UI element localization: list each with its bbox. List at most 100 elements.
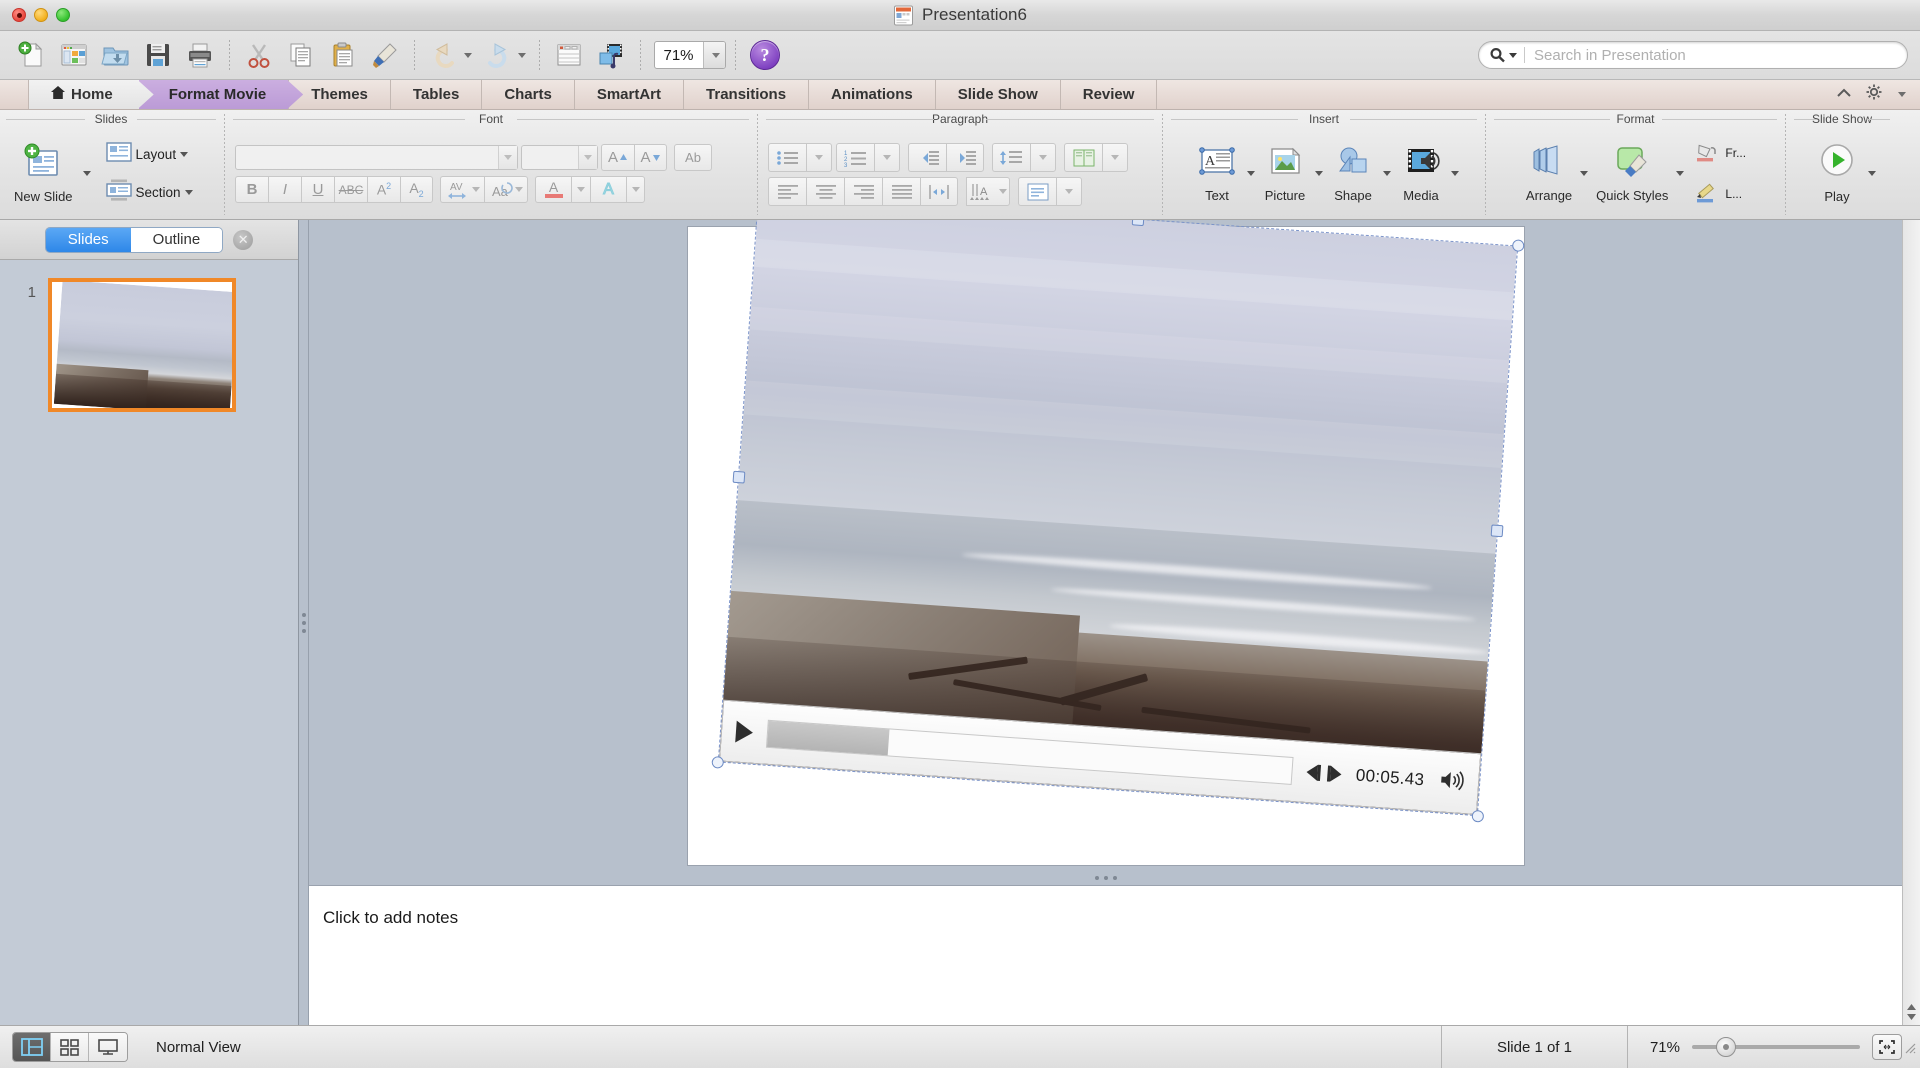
tab-transitions[interactable]: Transitions	[684, 80, 810, 109]
align-left-button[interactable]	[768, 177, 806, 206]
font-name-combo[interactable]	[235, 145, 518, 170]
undo-dropdown-arrow[interactable]	[464, 52, 472, 58]
play-dropdown-arrow[interactable]	[1868, 171, 1876, 176]
insert-text-dropdown-arrow[interactable]	[1247, 171, 1255, 176]
increase-indent-button[interactable]	[946, 143, 984, 172]
tab-tables[interactable]: Tables	[391, 80, 483, 109]
handle-top-center[interactable]	[1131, 220, 1145, 226]
presenter-view-button[interactable]	[89, 1033, 127, 1061]
window-resize-grip[interactable]	[1902, 1040, 1916, 1054]
handle-bottom-left[interactable]	[710, 755, 724, 769]
zoom-slider-knob[interactable]	[1716, 1037, 1736, 1057]
search-icon[interactable]	[1489, 47, 1517, 64]
list-item[interactable]: 1	[0, 278, 298, 412]
grow-font-button[interactable]: A	[601, 144, 634, 171]
arrange-button[interactable]: Arrange	[1520, 142, 1578, 205]
font-color-dropdown[interactable]	[571, 176, 590, 203]
open-folder-icon[interactable]	[96, 35, 136, 75]
cut-scissors-icon[interactable]	[239, 35, 279, 75]
align-center-button[interactable]	[806, 177, 844, 206]
columns-dropdown[interactable]	[1102, 143, 1128, 172]
tab-format-movie[interactable]: Format Movie	[138, 80, 290, 109]
font-size-combo[interactable]	[521, 145, 598, 170]
line-color-button[interactable]: L...	[1690, 178, 1751, 211]
insert-shape-button[interactable]: Shape	[1325, 142, 1381, 205]
new-slide-button[interactable]: New Slide	[8, 141, 79, 206]
align-right-button[interactable]	[844, 177, 882, 206]
layout-button[interactable]: Layout	[101, 139, 198, 170]
notes-splitter[interactable]	[309, 871, 1902, 885]
slide-editor[interactable]: 00:05.43	[309, 220, 1902, 871]
zoom-level-combo[interactable]: 71%	[654, 41, 726, 69]
layout-dropdown-arrow[interactable]	[180, 151, 189, 157]
tab-charts[interactable]: Charts	[482, 80, 575, 109]
underline-button[interactable]: U	[301, 176, 334, 203]
save-icon[interactable]	[138, 35, 178, 75]
clear-formatting-button[interactable]: Ab	[674, 144, 712, 171]
notes-pane[interactable]: Click to add notes	[309, 885, 1902, 1025]
align-text-button[interactable]	[1018, 177, 1056, 206]
copy-icon[interactable]	[281, 35, 321, 75]
strikethrough-button[interactable]: ABC	[334, 176, 367, 203]
normal-view-button[interactable]	[13, 1033, 51, 1061]
close-icon[interactable]: ✕	[233, 229, 254, 250]
close-window-button[interactable]	[12, 8, 26, 22]
help-button[interactable]: ?	[745, 35, 785, 75]
font-color-button[interactable]: A	[535, 176, 571, 203]
tab-review[interactable]: Review	[1061, 80, 1158, 109]
gear-icon[interactable]	[1866, 84, 1882, 105]
zoom-window-button[interactable]	[56, 8, 70, 22]
tab-animations[interactable]: Animations	[809, 80, 936, 109]
new-slide-dropdown-arrow[interactable]	[82, 171, 91, 176]
italic-button[interactable]: I	[268, 176, 301, 203]
redo-icon[interactable]	[478, 35, 530, 75]
table-icon[interactable]	[549, 35, 589, 75]
handle-top-right[interactable]	[1511, 238, 1525, 252]
insert-shape-dropdown-arrow[interactable]	[1383, 171, 1391, 176]
section-button[interactable]: Section	[101, 176, 198, 209]
collapse-ribbon-icon[interactable]	[1836, 86, 1852, 104]
insert-text-button[interactable]: A Text	[1189, 142, 1245, 205]
scroll-arrows[interactable]	[1903, 1003, 1920, 1025]
new-from-template-icon[interactable]	[54, 35, 94, 75]
text-direction-button[interactable]: A	[966, 177, 1010, 206]
change-case-button[interactable]: Aa	[484, 176, 528, 203]
zoom-slider[interactable]	[1692, 1037, 1860, 1057]
vertical-scrollbar[interactable]	[1902, 220, 1920, 1025]
line-spacing-button[interactable]	[992, 143, 1030, 172]
section-dropdown-arrow[interactable]	[184, 189, 193, 195]
bold-button[interactable]: B	[235, 176, 268, 203]
movie-object[interactable]: 00:05.43	[710, 220, 1525, 823]
insert-picture-button[interactable]: Picture	[1257, 142, 1313, 205]
slide-sorter-button[interactable]	[51, 1033, 89, 1061]
align-text-dropdown[interactable]	[1056, 177, 1082, 206]
search-options-arrow[interactable]	[1509, 52, 1517, 58]
columns-button[interactable]	[1064, 143, 1102, 172]
format-painter-icon[interactable]	[365, 35, 405, 75]
bullets-button[interactable]	[768, 143, 806, 172]
line-spacing-dropdown[interactable]	[1030, 143, 1056, 172]
character-spacing-button[interactable]: AV	[440, 176, 484, 203]
media-browser-icon[interactable]	[591, 35, 631, 75]
quick-styles-button[interactable]: Quick Styles	[1590, 142, 1674, 205]
superscript-button[interactable]: A2	[367, 176, 400, 203]
font-name-dropdown-arrow[interactable]	[498, 146, 517, 169]
print-icon[interactable]	[180, 35, 220, 75]
font-size-dropdown-arrow[interactable]	[578, 146, 597, 169]
bullets-dropdown[interactable]	[806, 143, 832, 172]
handle-bottom-right[interactable]	[1470, 809, 1484, 823]
shrink-font-button[interactable]: A	[634, 144, 667, 171]
slide-canvas[interactable]: 00:05.43	[687, 220, 1525, 865]
tab-slide-show[interactable]: Slide Show	[936, 80, 1061, 109]
justify-button[interactable]	[882, 177, 920, 206]
text-effects-button[interactable]: A	[590, 176, 626, 203]
handle-middle-right[interactable]	[1490, 523, 1503, 537]
text-effects-dropdown[interactable]	[626, 176, 645, 203]
tab-outline[interactable]: Outline	[130, 227, 223, 252]
handle-middle-left[interactable]	[732, 470, 745, 484]
subscript-button[interactable]: A2	[400, 176, 433, 203]
zoom-dropdown-arrow[interactable]	[703, 42, 725, 68]
redo-dropdown-arrow[interactable]	[518, 52, 526, 58]
numbering-button[interactable]: 1 2 3	[836, 143, 874, 172]
slide-thumbnail[interactable]	[48, 278, 236, 412]
